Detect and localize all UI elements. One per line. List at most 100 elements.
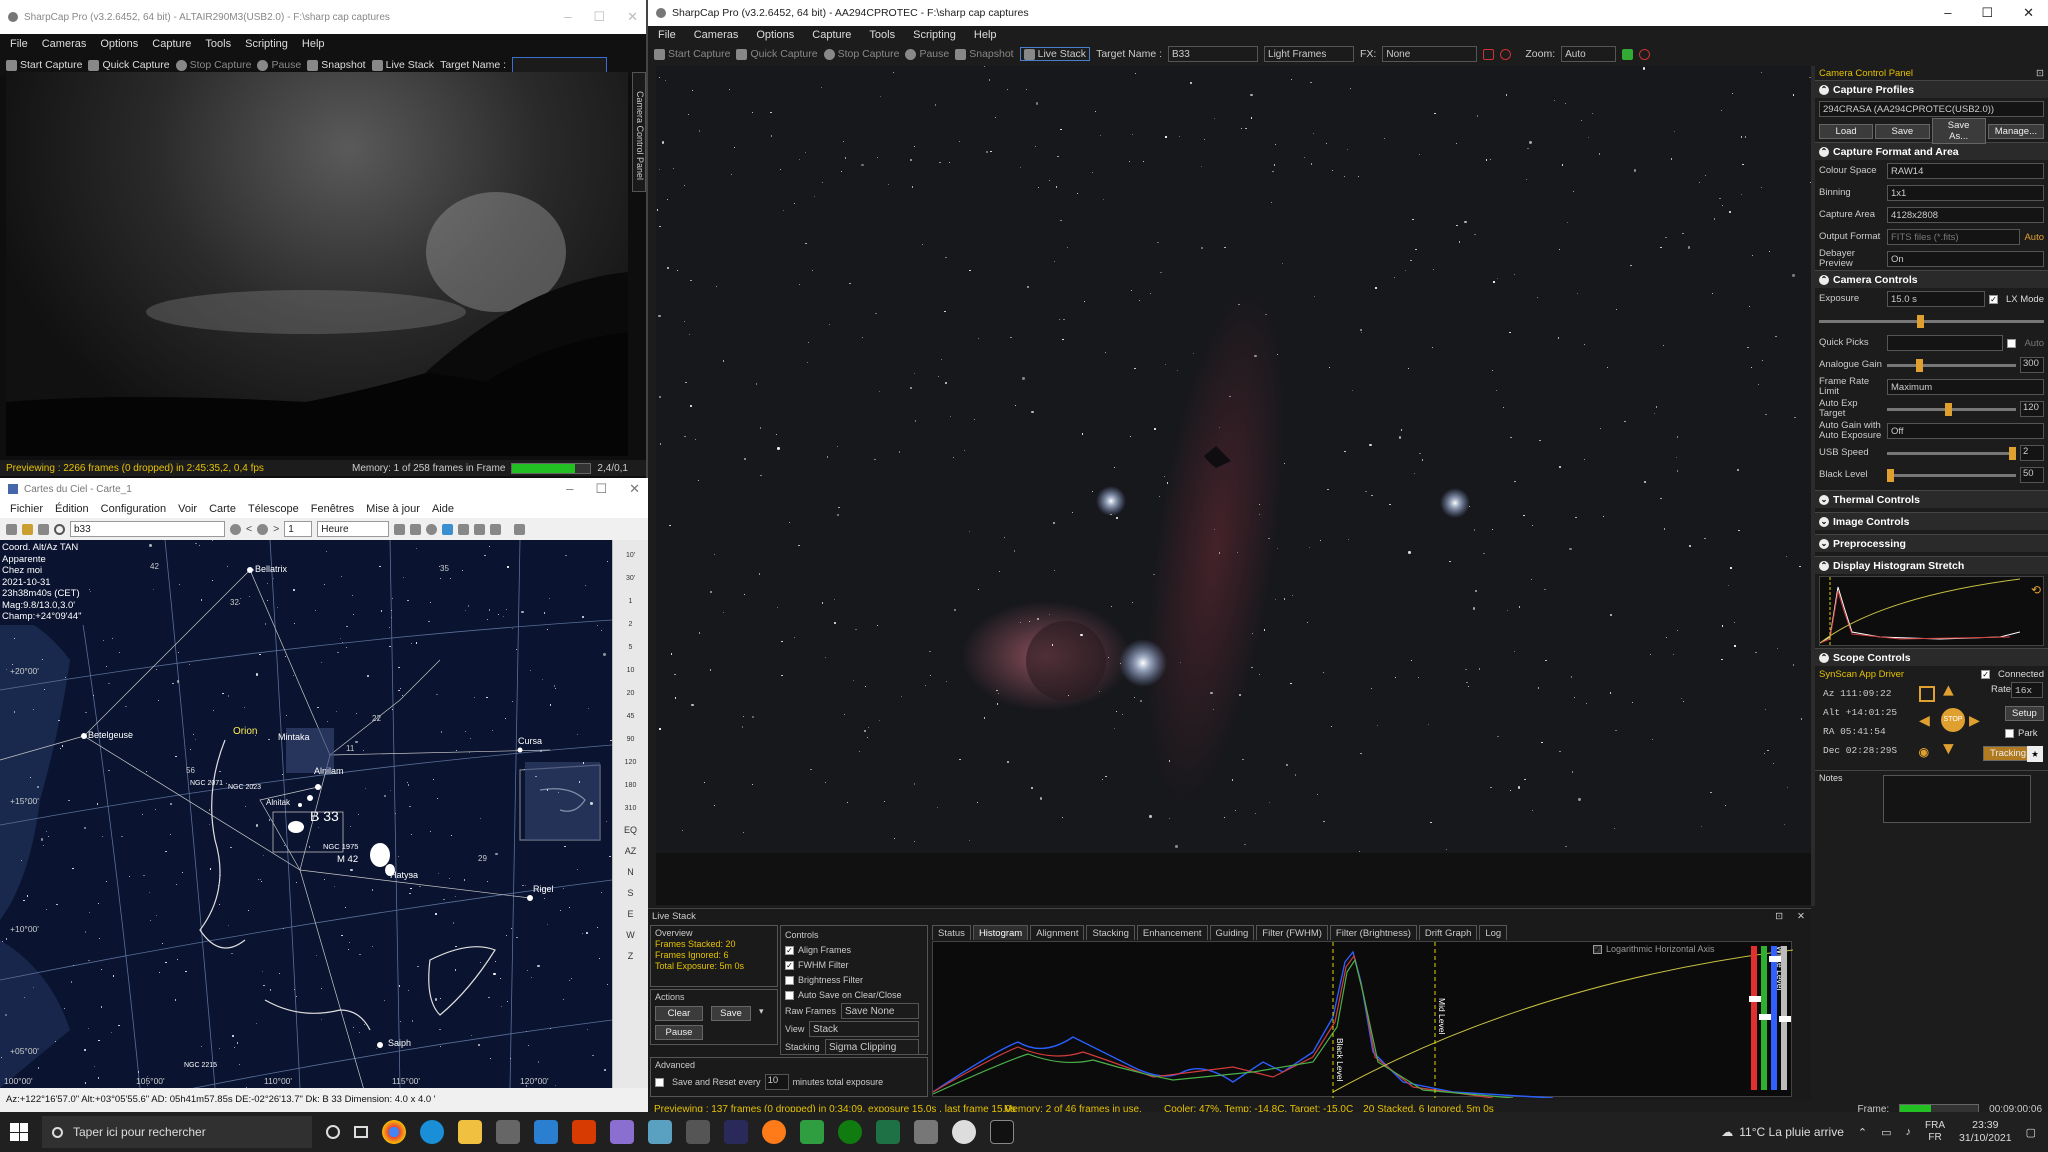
taskbar-search[interactable]: Taper ici pour rechercher (42, 1116, 312, 1148)
quick-auto-checkbox[interactable]: Auto (2024, 338, 2044, 349)
refresh-icon[interactable]: ⟲ (2031, 583, 2041, 597)
close-icon[interactable]: ✕ (629, 481, 640, 497)
manage-profiles-button[interactable]: Manage... (1987, 123, 2044, 139)
menu-telescope[interactable]: Télescope (248, 503, 299, 515)
minimize-icon[interactable]: – (566, 481, 573, 497)
telescope-icon[interactable] (458, 523, 470, 535)
rate-select[interactable]: 16x (2011, 682, 2043, 698)
menu-scripting[interactable]: Scripting (245, 38, 288, 50)
scale-step[interactable]: 45 (613, 705, 648, 728)
auto-gain-select[interactable]: Off (1887, 423, 2044, 439)
menu-capture[interactable]: Capture (812, 29, 851, 41)
snapshot-button[interactable]: Snapshot (955, 48, 1014, 60)
edge-icon[interactable] (420, 1120, 444, 1144)
save-as-profile-button[interactable]: Save As... (1931, 118, 1986, 144)
scale-step[interactable]: 5 (613, 636, 648, 659)
scale-step[interactable]: 180 (613, 774, 648, 797)
orientation-eq-button[interactable]: EQ (613, 820, 648, 841)
quick-capture-button[interactable]: Quick Capture (88, 59, 170, 71)
histogram-stretch-header[interactable]: ⌃ Display Histogram Stretch (1815, 556, 2048, 574)
save-dropdown-icon[interactable]: ▾ (759, 1006, 764, 1021)
lx-mode-checkbox[interactable]: LX Mode (2006, 294, 2044, 305)
histogram-icon[interactable] (1622, 48, 1634, 60)
stop-button[interactable]: STOP (1941, 708, 1965, 732)
scale-step[interactable]: 90 (613, 728, 648, 751)
load-profile-button[interactable]: Load (1819, 123, 1874, 139)
search-icon[interactable] (54, 523, 65, 535)
sync-icon[interactable] (442, 523, 454, 535)
mail-icon[interactable] (534, 1120, 558, 1144)
notification-icon[interactable]: ▢ (2026, 1126, 2036, 1139)
menu-cameras[interactable]: Cameras (42, 38, 87, 50)
snapshot-button[interactable]: Snapshot (307, 59, 366, 71)
arrow-down-icon[interactable]: ▼ (1943, 740, 1954, 760)
thermal-controls-header[interactable]: ⌄ Thermal Controls (1815, 490, 2048, 508)
app-icon[interactable] (914, 1120, 938, 1144)
photos-icon[interactable] (800, 1120, 824, 1144)
live-stack-button[interactable]: Live Stack (1019, 47, 1091, 61)
network-icon[interactable]: ▭ (1881, 1126, 1891, 1139)
orientation-az-button[interactable]: AZ (613, 841, 648, 862)
task-view-icon[interactable] (354, 1126, 368, 1138)
main-titlebar[interactable]: SharpCap Pro (v3.2.6452, 64 bit) - AA294… (648, 0, 2048, 26)
menu-mise-a-jour[interactable]: Mise à jour (366, 503, 420, 515)
tracking-button[interactable]: Tracking (1983, 746, 2034, 761)
frame-rate-select[interactable]: Maximum (1887, 379, 2044, 395)
menu-tools[interactable]: Tools (869, 29, 895, 41)
autosave-checkbox[interactable]: Auto Save on Clear/Close (785, 988, 923, 1003)
store-icon[interactable] (496, 1120, 520, 1144)
menu-edition[interactable]: Édition (55, 503, 89, 515)
target-icon[interactable]: ◉ (1919, 742, 1929, 762)
brightness-filter-checkbox[interactable]: Brightness Filter (785, 973, 923, 988)
colour-space-select[interactable]: RAW14 (1887, 163, 2044, 179)
menu-tools[interactable]: Tools (205, 38, 231, 50)
step-number-input[interactable]: 1 (284, 521, 313, 537)
tab-drift-graph[interactable]: Drift Graph (1418, 925, 1478, 940)
orientation-z-button[interactable]: Z (613, 946, 648, 967)
stop-capture-button[interactable]: Stop Capture (823, 48, 899, 60)
close-icon[interactable]: ✕ (2023, 5, 2034, 21)
sky-chart[interactable]: Coord. Alt/Az TAN Apparente Chez moi 2021-1… (0, 540, 612, 1088)
orientation-e-button[interactable]: E (613, 904, 648, 925)
scale-step[interactable]: 120 (613, 751, 648, 774)
sharpcap-icon[interactable] (952, 1120, 976, 1144)
firefox-icon[interactable] (762, 1120, 786, 1144)
pin-icon[interactable]: ⊡ (2036, 68, 2044, 79)
arrow-up-icon[interactable]: ▲ (1943, 682, 1954, 702)
auto-exp-slider[interactable] (1887, 402, 2016, 416)
tab-histogram[interactable]: Histogram (972, 925, 1029, 940)
excel-icon[interactable] (876, 1120, 900, 1144)
scope-setup-button[interactable]: Setup (2005, 706, 2044, 721)
home-icon[interactable] (1919, 686, 1935, 702)
menu-aide[interactable]: Aide (432, 503, 454, 515)
arrow-right-icon[interactable]: ▶ (1969, 710, 1980, 732)
tab-stacking[interactable]: Stacking (1086, 925, 1135, 940)
pause-button[interactable]: Pause (257, 59, 301, 71)
cortana-icon[interactable] (326, 1125, 340, 1139)
usb-speed-input[interactable]: 2 (2020, 445, 2044, 461)
menu-fichier[interactable]: Fichier (10, 503, 43, 515)
output-format-select[interactable]: FITS files (*.fits) (1887, 229, 2021, 245)
windows-start-icon[interactable] (10, 1123, 28, 1141)
scale-step[interactable]: 30' (613, 567, 648, 590)
cartes-du-ciel-icon[interactable] (990, 1120, 1014, 1144)
panel-icon[interactable] (514, 523, 526, 535)
zoom-icon[interactable] (410, 523, 422, 535)
black-level-slider[interactable] (1886, 468, 2016, 482)
quick-capture-button[interactable]: Quick Capture (736, 48, 818, 60)
save-reset-checkbox[interactable] (655, 1077, 664, 1087)
scope-controls-header[interactable]: ⌃ Scope Controls (1815, 648, 2048, 666)
display-histogram[interactable]: ⟲ (1819, 576, 2044, 646)
preprocessing-header[interactable]: ⌄ Preprocessing (1815, 534, 2048, 552)
quick-picks-select[interactable] (1887, 335, 2004, 351)
calendar-icon[interactable] (6, 523, 17, 535)
volume-icon[interactable]: ♪ (1906, 1126, 1912, 1138)
calculator-icon[interactable] (686, 1120, 710, 1144)
orientation-s-button[interactable]: S (613, 883, 648, 904)
black-level-input[interactable]: 50 (2020, 467, 2044, 483)
cdc-titlebar[interactable]: Cartes du Ciel - Carte_1 – ☐ ✕ (0, 478, 648, 500)
zoom-select[interactable]: Auto (1561, 46, 1617, 62)
target-name-input[interactable] (512, 57, 608, 73)
arrow-left-icon[interactable]: ◀ (1919, 710, 1930, 732)
capture-profiles-header[interactable]: ⌃ Capture Profiles (1815, 80, 2048, 98)
